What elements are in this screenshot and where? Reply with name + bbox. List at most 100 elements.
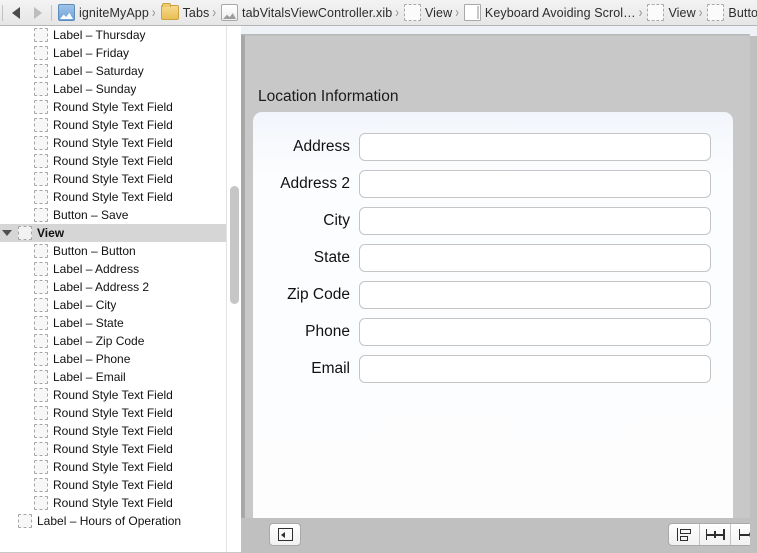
outline-row[interactable]: Round Style Text Field	[0, 152, 241, 170]
outline-row-label: Label – Sunday	[53, 82, 137, 96]
constraints-button-group	[668, 523, 757, 546]
interface-builder-canvas[interactable]: Location Information Address Address 2 Cit…	[241, 26, 757, 553]
outline-item-icon	[34, 478, 48, 492]
outline-row[interactable]: Label – Saturday	[0, 62, 241, 80]
disclosure-triangle[interactable]	[0, 224, 14, 242]
outline-row-label: View	[37, 226, 65, 240]
outline-row-label: Round Style Text Field	[53, 100, 173, 114]
outline-row[interactable]: Label – Friday	[0, 44, 241, 62]
outline-row-indent	[0, 170, 34, 188]
outline-row-label: Label – Thursday	[53, 28, 146, 42]
collapse-outline-button[interactable]	[269, 523, 301, 546]
breadcrumb-item-group[interactable]: Tabs	[157, 1, 212, 25]
breadcrumb-label-scrollview: Keyboard Avoiding Scrol…	[484, 5, 636, 20]
xcode-project-icon	[58, 4, 75, 21]
outline-row[interactable]: Label – Email	[0, 368, 241, 386]
jump-bar: igniteMyApp › Tabs › tabVitalsViewContro…	[0, 0, 757, 26]
outline-item-icon	[34, 208, 48, 222]
outline-row[interactable]: Round Style Text Field	[0, 494, 241, 512]
field-label: Address 2	[280, 174, 350, 192]
outline-row-indent	[0, 116, 34, 134]
outline-row-indent	[0, 278, 34, 296]
outline-row-label: Label – Hours of Operation	[37, 514, 182, 528]
text-field[interactable]	[359, 354, 711, 383]
outline-row[interactable]: Label – Zip Code	[0, 332, 241, 350]
field-label: State	[313, 248, 350, 266]
outline-row[interactable]: Round Style Text Field	[0, 422, 241, 440]
field-label: Email	[311, 359, 350, 377]
outline-row[interactable]: Round Style Text Field	[0, 476, 241, 494]
breadcrumb-chevron-icon: ›	[212, 4, 217, 21]
outline-row[interactable]: Round Style Text Field	[0, 116, 241, 134]
outline-row[interactable]: Label – Sunday	[0, 80, 241, 98]
outline-item-icon	[34, 424, 48, 438]
breadcrumb-item-button[interactable]: Button – B	[703, 1, 757, 25]
text-field[interactable]	[359, 206, 711, 235]
outline-row-indent	[0, 206, 34, 224]
pin-button[interactable]	[700, 524, 731, 545]
outline-row-indent	[0, 62, 34, 80]
outline-item-icon	[34, 280, 48, 294]
form-field-row: Address	[253, 128, 733, 165]
text-field[interactable]	[359, 280, 711, 309]
field-label: Address	[293, 137, 350, 155]
text-field[interactable]	[359, 132, 711, 161]
outline-row[interactable]: Label – Address	[0, 260, 241, 278]
document-outline-list[interactable]: Label – Thursday Label – Friday Label – Sa…	[0, 26, 241, 553]
breadcrumb-item-view-2[interactable]: View	[643, 1, 697, 25]
outline-row-indent	[0, 422, 34, 440]
form-field-row: Phone	[253, 313, 733, 350]
outline-row[interactable]: Label – Address 2	[0, 278, 241, 296]
text-field[interactable]	[359, 317, 711, 346]
outline-row[interactable]: Round Style Text Field	[0, 98, 241, 116]
outline-row[interactable]: Label – City	[0, 296, 241, 314]
field-label: Zip Code	[287, 285, 350, 303]
view-placeholder-icon	[647, 4, 665, 21]
device-view-surface[interactable]: Location Information Address Address 2 Cit…	[245, 36, 750, 553]
outline-row-label: Label – Friday	[53, 46, 130, 60]
breadcrumb-item-scrollview[interactable]: Keyboard Avoiding Scrol…	[460, 1, 638, 25]
breadcrumb-label-view-2: View	[668, 5, 696, 20]
back-button[interactable]	[5, 1, 27, 25]
outline-scrollbar-thumb[interactable]	[230, 186, 239, 304]
align-button[interactable]	[669, 524, 700, 545]
outline-row[interactable]: Round Style Text Field	[0, 134, 241, 152]
outline-row[interactable]: Round Style Text Field	[0, 404, 241, 422]
outline-row[interactable]: Round Style Text Field	[0, 458, 241, 476]
text-field[interactable]	[359, 169, 711, 198]
outline-row[interactable]: Button – Save	[0, 206, 241, 224]
outline-item-icon	[34, 82, 48, 96]
outline-row-label: Label – City	[53, 298, 117, 312]
section-title: Location Information	[258, 88, 399, 105]
outline-row[interactable]: View	[0, 224, 241, 242]
breadcrumb-chevron-icon: ›	[455, 4, 459, 21]
outline-row[interactable]: Round Style Text Field	[0, 386, 241, 404]
canvas-top-strip	[241, 26, 757, 35]
outline-row-label: Round Style Text Field	[53, 478, 173, 492]
outline-row[interactable]: Label – Thursday	[0, 26, 241, 44]
outline-row[interactable]: Label – Phone	[0, 350, 241, 368]
outline-row[interactable]: Label – Hours of Operation	[0, 512, 241, 530]
outline-row[interactable]: Button – Button	[0, 242, 241, 260]
forward-button[interactable]	[27, 1, 49, 25]
field-label: Phone	[305, 322, 350, 340]
outline-row-indent	[0, 134, 34, 152]
outline-row[interactable]: Round Style Text Field	[0, 170, 241, 188]
outline-row-label: Round Style Text Field	[53, 190, 173, 204]
outline-item-icon	[34, 190, 48, 204]
outline-row[interactable]: Label – State	[0, 314, 241, 332]
outline-row[interactable]: Round Style Text Field	[0, 440, 241, 458]
form-field-row: Zip Code	[253, 276, 733, 313]
location-information-panel: Address Address 2 City State Zip Code Phone Em…	[253, 112, 733, 553]
breadcrumb-item-view-1[interactable]: View	[400, 1, 454, 25]
outline-scrollbar[interactable]	[226, 26, 241, 553]
outline-row-label: Round Style Text Field	[53, 136, 173, 150]
breadcrumb-item-file[interactable]: tabVitalsViewController.xib	[217, 1, 394, 25]
outline-row[interactable]: Round Style Text Field	[0, 188, 241, 206]
outline-item-icon	[34, 46, 48, 60]
text-field[interactable]	[359, 243, 711, 272]
breadcrumb-item-project[interactable]: igniteMyApp	[54, 1, 151, 25]
outline-row-label: Round Style Text Field	[53, 388, 173, 402]
outline-item-icon	[18, 226, 32, 240]
outline-row-indent	[0, 314, 34, 332]
